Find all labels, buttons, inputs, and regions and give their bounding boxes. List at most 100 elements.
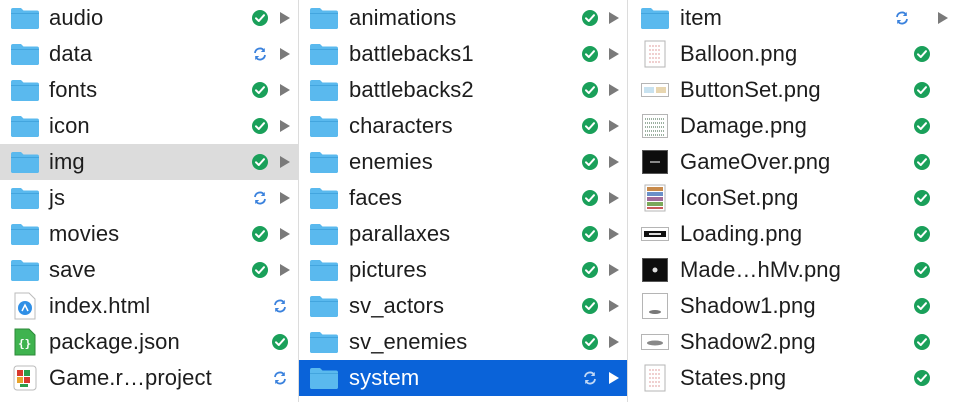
synced-check-icon bbox=[913, 153, 931, 171]
synced-check-icon bbox=[581, 333, 599, 351]
folder-icon bbox=[309, 220, 339, 248]
item-name: enemies bbox=[349, 149, 433, 174]
item-name: sv_enemies bbox=[349, 329, 468, 354]
svg-text:{}: {} bbox=[18, 337, 31, 350]
synced-check-icon bbox=[913, 333, 931, 351]
folder-icon bbox=[309, 328, 339, 356]
folder-icon bbox=[10, 40, 40, 68]
disclosure-arrow-icon bbox=[607, 335, 621, 349]
syncing-icon bbox=[893, 9, 911, 27]
file-row-balloon-png[interactable]: Balloon.png bbox=[628, 36, 954, 72]
folder-row-animations[interactable]: animations bbox=[299, 0, 627, 36]
disclosure-arrow-icon bbox=[607, 263, 621, 277]
folder-row-js[interactable]: js bbox=[0, 180, 298, 216]
item-name: Balloon.png bbox=[680, 41, 798, 66]
synced-check-icon bbox=[581, 117, 599, 135]
disclosure-arrow-icon bbox=[278, 11, 292, 25]
item-name: audio bbox=[49, 5, 104, 30]
item-name: save bbox=[49, 257, 96, 282]
folder-row-audio[interactable]: audio bbox=[0, 0, 298, 36]
syncing-icon bbox=[271, 297, 289, 315]
image-thumbnail-icon bbox=[640, 256, 670, 284]
folder-row-pictures[interactable]: pictures bbox=[299, 252, 627, 288]
item-name: img bbox=[49, 149, 85, 174]
folder-row-battlebacks2[interactable]: battlebacks2 bbox=[299, 72, 627, 108]
file-row-shadow1-png[interactable]: Shadow1.png bbox=[628, 288, 954, 324]
disclosure-arrow-icon bbox=[278, 83, 292, 97]
column-img[interactable]: animations battlebacks1 battlebacks2 charac… bbox=[299, 0, 627, 402]
disclosure-arrow-icon bbox=[607, 371, 621, 385]
folder-icon bbox=[309, 148, 339, 176]
item-name: index.html bbox=[49, 293, 151, 318]
folder-row-data[interactable]: data bbox=[0, 36, 298, 72]
file-row-buttonset-png[interactable]: ButtonSet.png bbox=[628, 72, 954, 108]
folder-row-system[interactable]: system bbox=[299, 360, 627, 396]
folder-row-sv-enemies[interactable]: sv_enemies bbox=[299, 324, 627, 360]
folder-row-faces[interactable]: faces bbox=[299, 180, 627, 216]
folder-row-movies[interactable]: movies bbox=[0, 216, 298, 252]
file-row-damage-png[interactable]: Damage.png bbox=[628, 108, 954, 144]
image-thumbnail-icon bbox=[640, 328, 670, 356]
folder-row-img[interactable]: img bbox=[0, 144, 298, 180]
folder-row-parallaxes[interactable]: parallaxes bbox=[299, 216, 627, 252]
file-row-index-html[interactable]: index.html bbox=[0, 288, 298, 324]
item-name: Made…hMv.png bbox=[680, 257, 841, 282]
item-name: package.json bbox=[49, 329, 180, 354]
folder-row-icon[interactable]: icon bbox=[0, 108, 298, 144]
synced-check-icon bbox=[251, 225, 269, 243]
file-row-package-json[interactable]: {} package.json bbox=[0, 324, 298, 360]
synced-check-icon bbox=[913, 225, 931, 243]
synced-check-icon bbox=[251, 117, 269, 135]
synced-check-icon bbox=[581, 297, 599, 315]
synced-check-icon bbox=[581, 153, 599, 171]
item-name: Shadow2.png bbox=[680, 329, 816, 354]
synced-check-icon bbox=[251, 153, 269, 171]
folder-row-battlebacks1[interactable]: battlebacks1 bbox=[299, 36, 627, 72]
item-name: ButtonSet.png bbox=[680, 77, 821, 102]
folder-row-sv-actors[interactable]: sv_actors bbox=[299, 288, 627, 324]
item-name: Loading.png bbox=[680, 221, 803, 246]
synced-check-icon bbox=[251, 261, 269, 279]
folder-icon bbox=[309, 76, 339, 104]
folder-icon bbox=[10, 220, 40, 248]
file-row-loading-png[interactable]: Loading.png bbox=[628, 216, 954, 252]
synced-check-icon bbox=[913, 261, 931, 279]
disclosure-arrow-icon bbox=[278, 47, 292, 61]
column-root[interactable]: audio data fonts icon img js movies save index.h… bbox=[0, 0, 298, 402]
folder-icon bbox=[10, 148, 40, 176]
item-name: system bbox=[349, 365, 420, 390]
item-name: movies bbox=[49, 221, 120, 246]
item-name: IconSet.png bbox=[680, 185, 799, 210]
file-row-game-r-project[interactable]: Game.r…project bbox=[0, 360, 298, 396]
file-row-shadow2-png[interactable]: Shadow2.png bbox=[628, 324, 954, 360]
file-row-made-hmv-png[interactable]: Made…hMv.png bbox=[628, 252, 954, 288]
folder-icon bbox=[10, 256, 40, 284]
folder-icon bbox=[309, 184, 339, 212]
folder-row-item[interactable]: item bbox=[628, 0, 954, 36]
folder-row-characters[interactable]: characters bbox=[299, 108, 627, 144]
folder-row-enemies[interactable]: enemies bbox=[299, 144, 627, 180]
image-thumbnail-icon bbox=[640, 112, 670, 140]
disclosure-arrow-icon bbox=[607, 299, 621, 313]
syncing-icon bbox=[251, 45, 269, 63]
file-row-iconset-png[interactable]: IconSet.png bbox=[628, 180, 954, 216]
item-name: States.png bbox=[680, 365, 787, 390]
folder-row-fonts[interactable]: fonts bbox=[0, 72, 298, 108]
synced-check-icon bbox=[913, 81, 931, 99]
folder-icon bbox=[309, 256, 339, 284]
disclosure-arrow-icon bbox=[607, 11, 621, 25]
item-name: sv_actors bbox=[349, 293, 445, 318]
project-file-icon bbox=[10, 364, 40, 392]
file-row-gameover-png[interactable]: GameOver.png bbox=[628, 144, 954, 180]
item-name: faces bbox=[349, 185, 403, 210]
item-name: Damage.png bbox=[680, 113, 807, 138]
item-name: pictures bbox=[349, 257, 427, 282]
folder-icon bbox=[309, 364, 339, 392]
image-thumbnail-icon bbox=[640, 40, 670, 68]
item-name: item bbox=[680, 5, 722, 30]
column-system[interactable]: item Balloon.png ButtonSet.png Damage.png Ga… bbox=[628, 0, 954, 402]
synced-check-icon bbox=[913, 369, 931, 387]
synced-check-icon bbox=[913, 117, 931, 135]
file-row-states-png[interactable]: States.png bbox=[628, 360, 954, 396]
folder-row-save[interactable]: save bbox=[0, 252, 298, 288]
